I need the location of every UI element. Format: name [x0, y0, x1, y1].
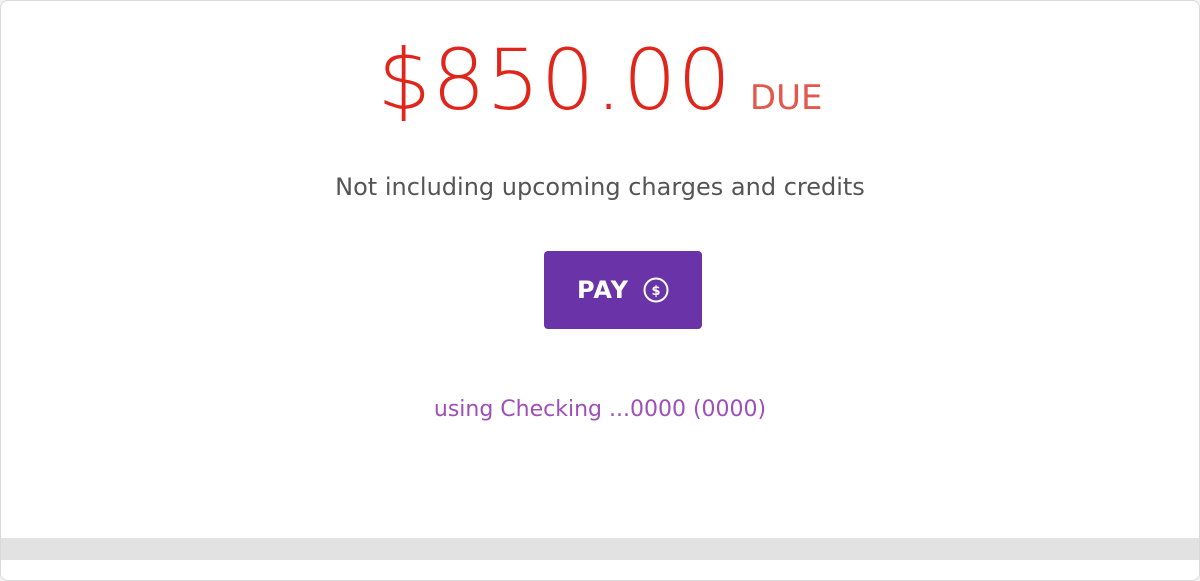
payment-panel: $850.00 DUE Not including upcoming charge… — [0, 0, 1200, 581]
balance-card: $850.00 DUE Not including upcoming charge… — [1, 1, 1199, 538]
balance-note: Not including upcoming charges and credi… — [335, 173, 865, 201]
due-label: DUE — [749, 78, 823, 118]
svg-text:$: $ — [651, 284, 660, 299]
dollar-coin-icon: $ — [643, 277, 669, 303]
horizontal-scrollbar[interactable] — [1, 538, 1199, 560]
footer-strip — [1, 560, 1199, 580]
pay-button[interactable]: PAY $ — [544, 251, 702, 329]
balance-amount: $850.00 — [377, 31, 732, 129]
balance-due-row: $850.00 DUE — [1, 31, 1199, 129]
pay-button-label: PAY — [576, 276, 630, 304]
payment-method-text[interactable]: using Checking ...0000 (0000) — [1, 397, 1199, 422]
